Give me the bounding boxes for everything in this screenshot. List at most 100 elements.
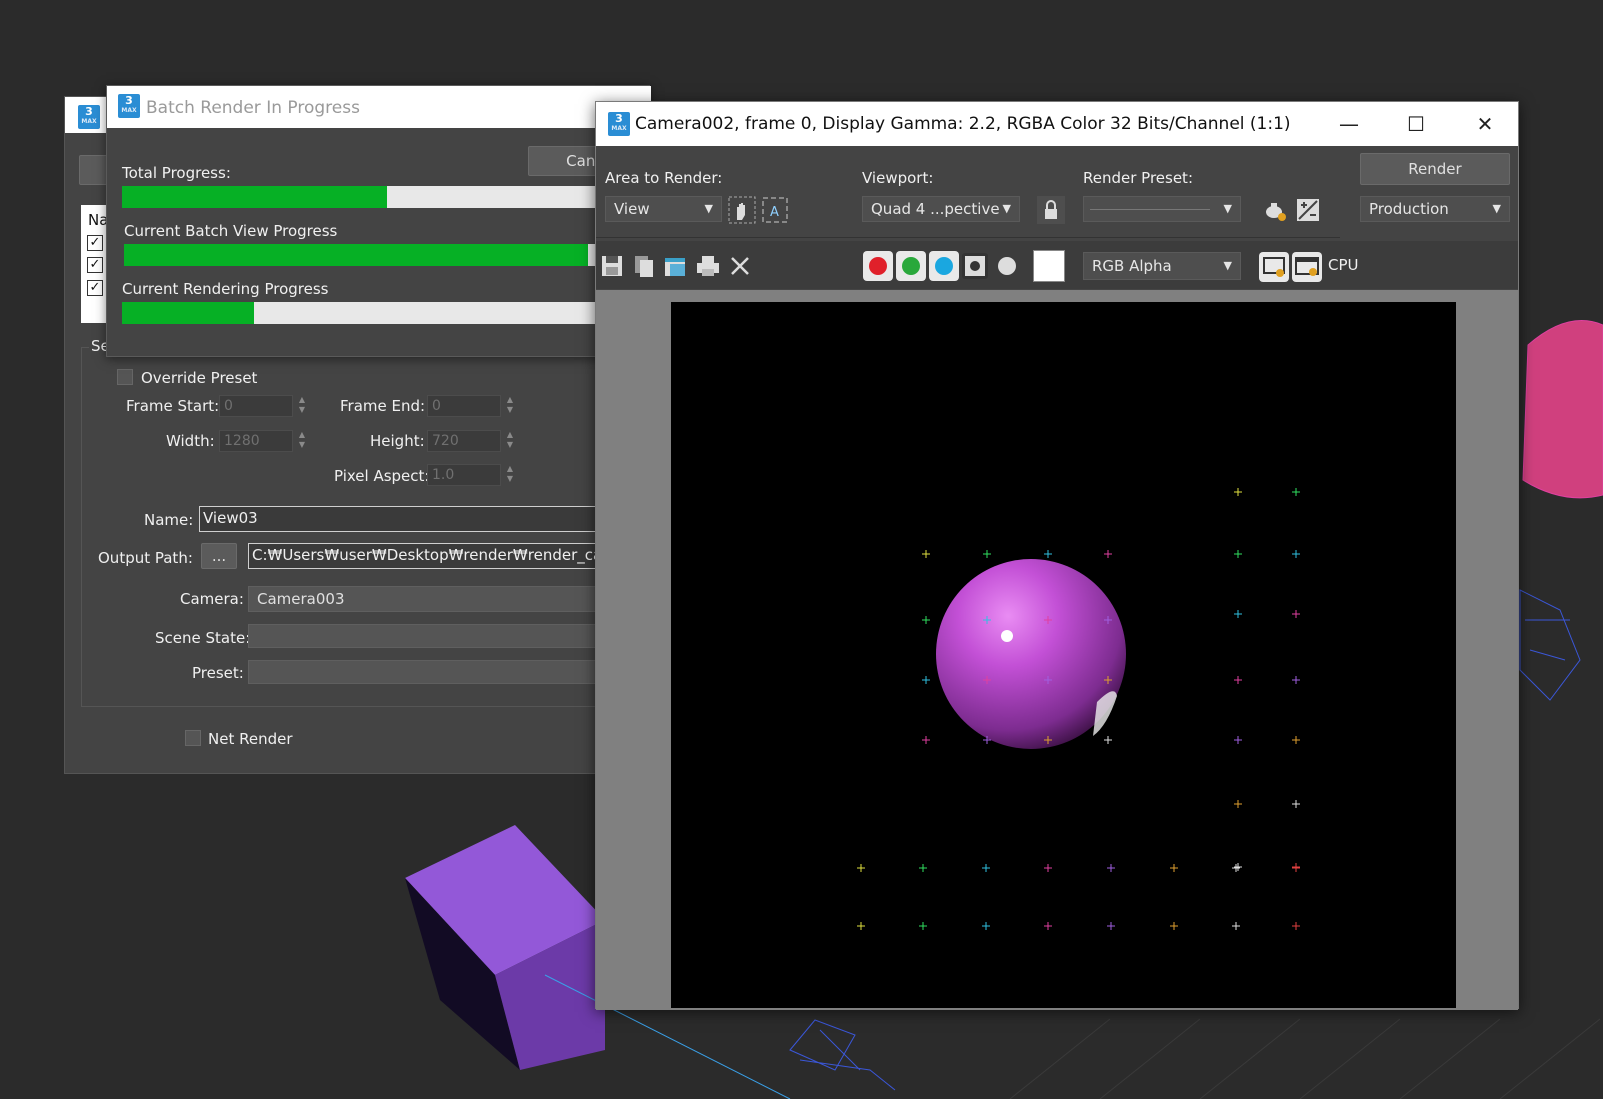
output-path-label: Output Path: bbox=[98, 549, 193, 567]
copy-image-icon[interactable] bbox=[630, 252, 658, 280]
frame-end-spinner[interactable]: 0 bbox=[427, 395, 501, 417]
monochrome-icon[interactable] bbox=[998, 257, 1016, 275]
light-marker bbox=[1292, 864, 1300, 872]
scene-state-dropdown[interactable] bbox=[248, 624, 613, 648]
production-dropdown[interactable]: Production ▼ bbox=[1360, 196, 1510, 222]
light-marker bbox=[982, 922, 990, 930]
lock-icon[interactable] bbox=[1037, 196, 1065, 224]
light-marker bbox=[922, 550, 930, 558]
preset-empty-line bbox=[1090, 209, 1210, 210]
frame-start-spin-arrows[interactable]: ▲ ▼ bbox=[295, 395, 309, 417]
viewport-label: Viewport: bbox=[862, 169, 934, 187]
light-marker bbox=[1292, 736, 1300, 744]
alpha-channel-toggle[interactable] bbox=[962, 253, 988, 279]
save-image-icon[interactable] bbox=[598, 252, 626, 280]
viewport-dropdown[interactable]: Quad 4 ...pective ▼ bbox=[862, 196, 1020, 222]
list-item-checkbox[interactable]: ✓ bbox=[87, 257, 103, 273]
close-button[interactable]: ✕ bbox=[1462, 102, 1508, 146]
swatch-color[interactable] bbox=[1033, 250, 1065, 282]
cpu-label: CPU bbox=[1328, 256, 1359, 274]
blue-channel-icon bbox=[935, 257, 953, 275]
channel-value: RGB Alpha bbox=[1092, 257, 1172, 275]
light-marker bbox=[1234, 736, 1242, 744]
light-marker bbox=[1170, 922, 1178, 930]
red-channel-toggle[interactable] bbox=[863, 251, 893, 281]
light-marker bbox=[922, 736, 930, 744]
area-to-render-value: View bbox=[614, 200, 650, 218]
pan-hand-icon[interactable] bbox=[728, 196, 756, 224]
wire-object-right bbox=[1519, 589, 1581, 701]
render-setup-teapot-icon[interactable] bbox=[1261, 196, 1289, 224]
light-marker bbox=[1044, 864, 1052, 872]
light-marker bbox=[1234, 610, 1242, 618]
progress-dialog-titlebar: 3 MAX Batch Render In Progress bbox=[107, 86, 651, 128]
output-path-input[interactable]: C:₩Users₩user₩Desktop₩render₩render_cam3 bbox=[248, 543, 613, 569]
width-spinner[interactable]: 1280 bbox=[219, 430, 293, 452]
rendering-progress-label: Current Rendering Progress bbox=[122, 280, 329, 298]
list-item-checkbox[interactable]: ✓ bbox=[87, 280, 103, 296]
camera-dropdown[interactable]: Camera003 bbox=[248, 586, 613, 612]
list-item-checkbox[interactable]: ✓ bbox=[87, 235, 103, 251]
preset-label: Preset: bbox=[192, 664, 244, 682]
environment-effects-icon[interactable] bbox=[1294, 196, 1322, 224]
height-label: Height: bbox=[370, 432, 425, 450]
light-marker bbox=[1234, 488, 1242, 496]
light-marker bbox=[1292, 922, 1300, 930]
light-marker bbox=[857, 922, 865, 930]
app-3dsmax-icon: 3 MAX bbox=[78, 105, 100, 129]
frame-end-spin-arrows[interactable]: ▲ ▼ bbox=[503, 395, 517, 417]
app-3dsmax-icon: 3 MAX bbox=[608, 112, 630, 136]
light-marker bbox=[1170, 864, 1178, 872]
override-preset-checkbox[interactable] bbox=[117, 369, 133, 385]
light-marker bbox=[1292, 676, 1300, 684]
pixel-aspect-label: Pixel Aspect: bbox=[334, 467, 430, 485]
red-channel-icon bbox=[869, 257, 887, 275]
svg-text:A: A bbox=[770, 205, 779, 220]
clone-window-icon[interactable] bbox=[662, 252, 690, 280]
add-button[interactable] bbox=[79, 155, 109, 185]
blue-channel-toggle[interactable] bbox=[929, 251, 959, 281]
auto-region-icon[interactable]: A bbox=[761, 196, 789, 224]
light-marker bbox=[1044, 550, 1052, 558]
pixel-aspect-spin-arrows[interactable]: ▲ ▼ bbox=[503, 464, 517, 486]
alpha-channel-icon bbox=[970, 261, 980, 271]
light-marker bbox=[1104, 736, 1112, 744]
light-marker bbox=[857, 864, 865, 872]
height-spinner[interactable]: 720 bbox=[427, 430, 501, 452]
chevron-down-icon: ▼ bbox=[1002, 202, 1011, 215]
display-window-icon[interactable] bbox=[1259, 252, 1289, 282]
name-input[interactable]: View03 bbox=[199, 506, 613, 532]
light-marker bbox=[983, 550, 991, 558]
clear-image-icon[interactable] bbox=[726, 252, 754, 280]
sphere-highlight bbox=[1001, 630, 1013, 642]
light-marker bbox=[922, 676, 930, 684]
production-value: Production bbox=[1369, 200, 1449, 218]
progress-dialog-title: Batch Render In Progress bbox=[146, 98, 360, 118]
toggle-ui-icon[interactable] bbox=[1292, 252, 1322, 282]
chevron-down-icon: ▼ bbox=[704, 202, 713, 215]
minimize-button[interactable]: — bbox=[1326, 102, 1372, 146]
rendering-progress-bar bbox=[122, 302, 651, 324]
browse-output-button[interactable]: ... bbox=[201, 543, 237, 569]
frame-start-label: Frame Start: bbox=[126, 397, 220, 415]
rendering-progress-fill bbox=[122, 302, 255, 324]
pixel-aspect-spinner[interactable]: 1.0 bbox=[427, 464, 501, 486]
light-marker bbox=[1104, 550, 1112, 558]
override-preset-label: Override Preset bbox=[141, 369, 258, 387]
preset-dropdown[interactable] bbox=[248, 660, 613, 684]
frame-window-titlebar: 3 MAX Camera002, frame 0, Display Gamma: … bbox=[596, 102, 1518, 146]
channel-dropdown[interactable]: RGB Alpha ▼ bbox=[1083, 252, 1241, 280]
wire-object-bottom bbox=[789, 1019, 896, 1091]
print-icon[interactable] bbox=[694, 252, 722, 280]
height-spin-arrows[interactable]: ▲ ▼ bbox=[503, 430, 517, 452]
render-preset-dropdown[interactable]: ▼ bbox=[1083, 196, 1241, 222]
render-button[interactable]: Render bbox=[1360, 153, 1510, 185]
frame-start-spinner[interactable]: 0 bbox=[219, 395, 293, 417]
maximize-button[interactable]: ☐ bbox=[1393, 102, 1439, 146]
area-to-render-dropdown[interactable]: View ▼ bbox=[605, 196, 722, 222]
net-render-checkbox[interactable] bbox=[185, 730, 201, 746]
width-spin-arrows[interactable]: ▲ ▼ bbox=[295, 430, 309, 452]
light-marker bbox=[919, 922, 927, 930]
light-marker bbox=[1292, 550, 1300, 558]
green-channel-toggle[interactable] bbox=[896, 251, 926, 281]
